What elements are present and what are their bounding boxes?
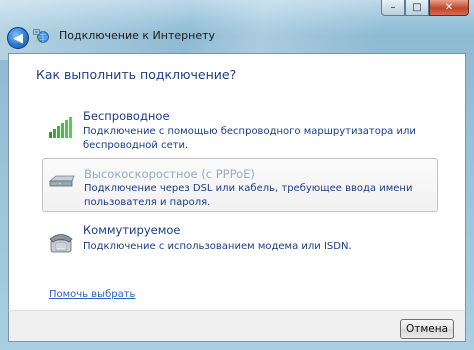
back-arrow-icon: ◀ bbox=[13, 30, 23, 46]
option-wireless-description: Подключение с помощью беспроводного марш… bbox=[83, 126, 416, 151]
option-dialup-title: Коммутируемое bbox=[83, 223, 181, 237]
wizard-footer: Отмена bbox=[8, 310, 466, 342]
option-dialup[interactable]: Коммутируемое Подключение с использовани… bbox=[42, 222, 438, 262]
option-wireless-title: Беспроводное bbox=[83, 109, 170, 123]
window-frame: – □ ✕ ◀ Подключение к Интернету Как выпо… bbox=[0, 0, 474, 350]
broadband-modem-icon bbox=[48, 167, 75, 193]
close-button[interactable]: ✕ bbox=[429, 0, 469, 16]
window-title: Подключение к Интернету bbox=[59, 29, 216, 42]
page-heading: Как выполнить подключение? bbox=[36, 67, 237, 82]
option-dialup-description: Подключение с использованием модема или … bbox=[83, 241, 352, 252]
option-broadband-pppoe[interactable]: Высокоскоростное (с PPPoE) Подключение ч… bbox=[42, 158, 438, 212]
option-wireless[interactable]: Беспроводное Подключение с помощью беспр… bbox=[42, 106, 438, 151]
maximize-button[interactable]: □ bbox=[405, 0, 429, 16]
network-wizard-icon bbox=[33, 28, 49, 44]
cancel-button[interactable]: Отмена bbox=[400, 319, 454, 339]
wizard-content: Как выполнить подключение? Беспроводное … bbox=[8, 53, 466, 342]
minimize-button[interactable]: – bbox=[381, 0, 405, 16]
wireless-signal-icon bbox=[48, 114, 74, 140]
help-me-choose-link[interactable]: Помочь выбрать bbox=[49, 289, 135, 300]
back-button[interactable]: ◀ bbox=[7, 27, 29, 49]
option-broadband-description: Подключение через DSL или кабель, требую… bbox=[84, 183, 413, 208]
dialup-phone-icon bbox=[48, 230, 74, 256]
caption-buttons: – □ ✕ bbox=[381, 0, 469, 16]
option-broadband-title: Высокоскоростное (с PPPoE) bbox=[84, 167, 255, 181]
